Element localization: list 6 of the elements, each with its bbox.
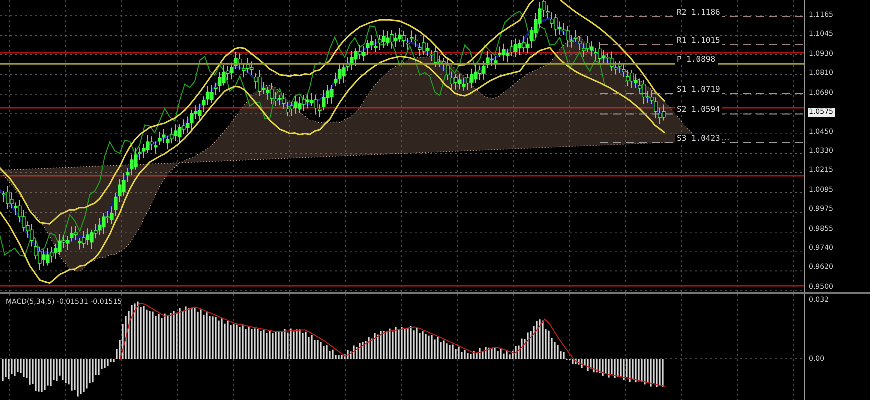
pivot-label: P 1.0898 <box>675 55 718 66</box>
pivot-label: S2 1.0594 <box>675 105 722 116</box>
pivot-label: S3 1.0423 <box>675 134 722 144</box>
pivot-label: R2 1.1186 <box>675 8 722 18</box>
pivot-label: S1 1.0719 <box>675 84 722 95</box>
pivot-label: R1 1.1015 <box>675 36 722 46</box>
